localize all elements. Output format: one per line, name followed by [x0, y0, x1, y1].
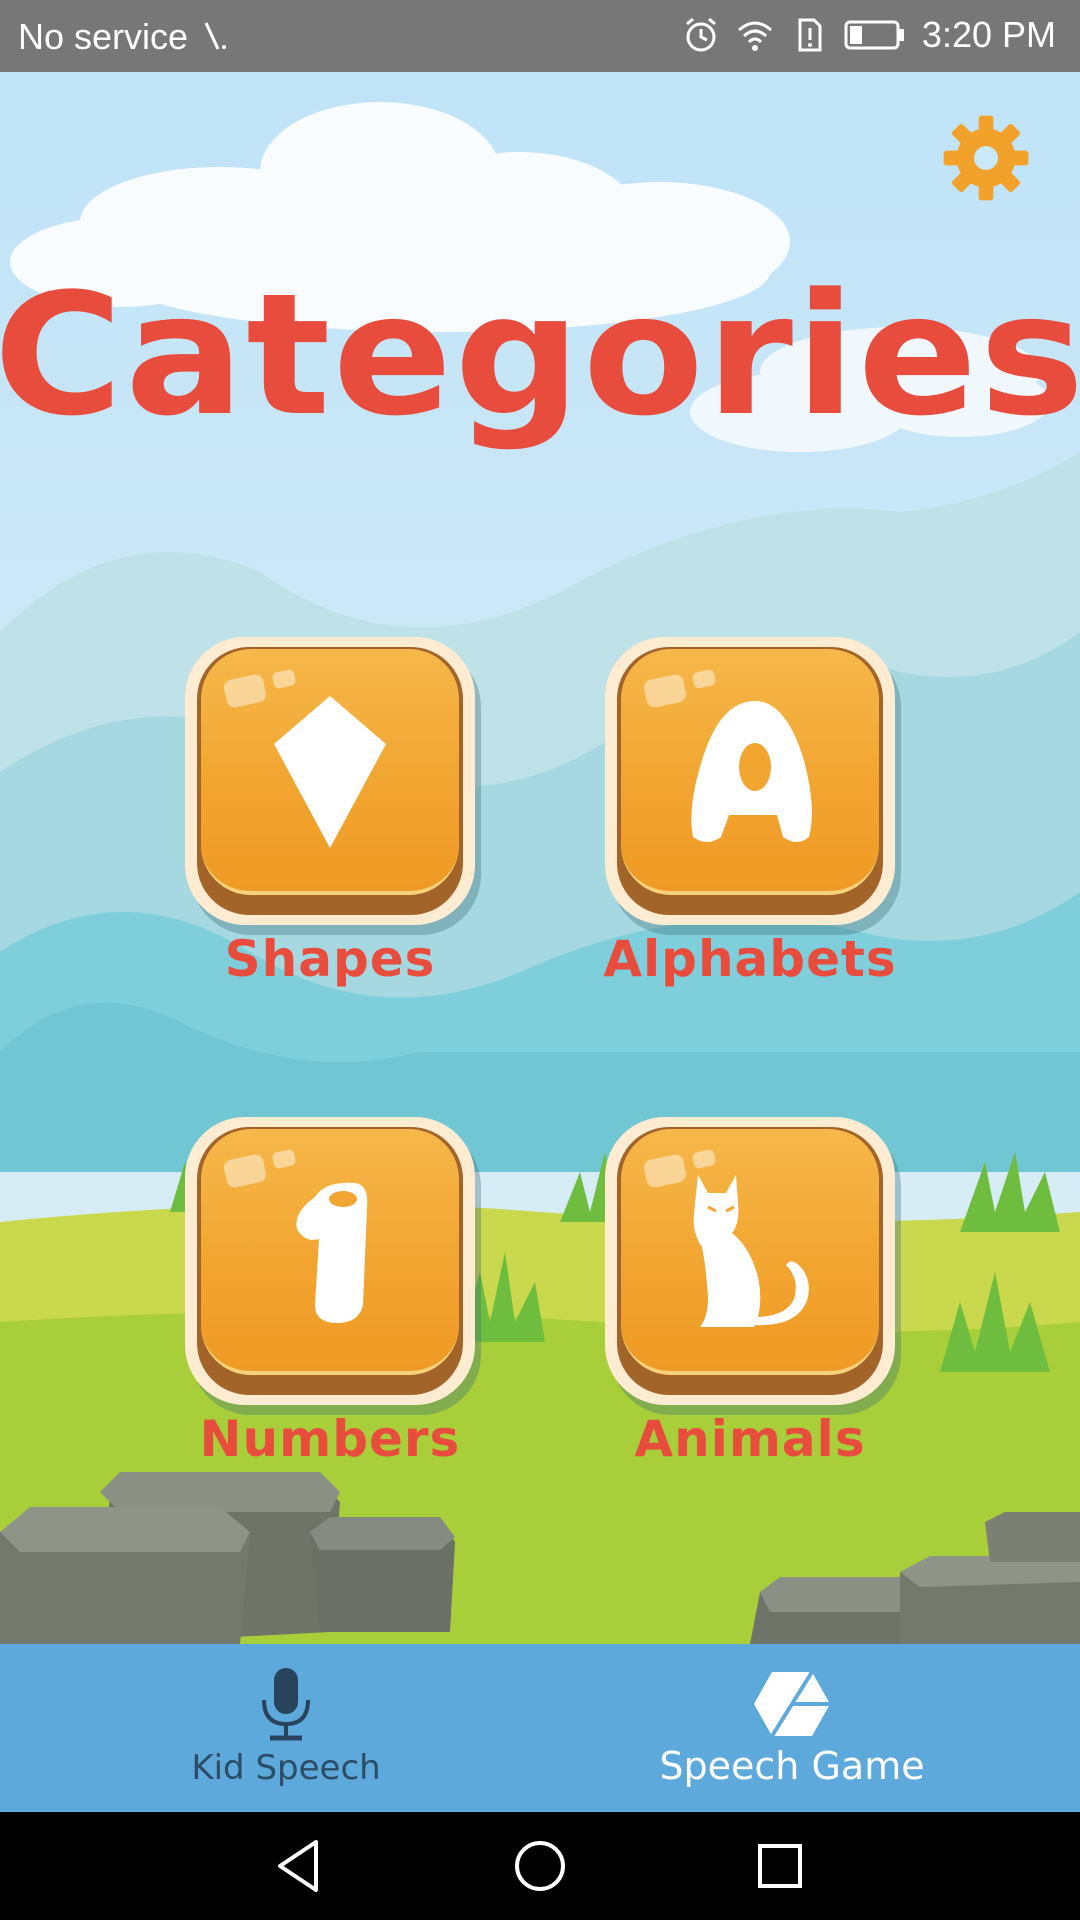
bottom-navigation: Kid Speech Speech Game [0, 1644, 1080, 1812]
recents-icon[interactable] [748, 1834, 812, 1898]
nav-speech-game[interactable]: Speech Game [522, 1644, 1062, 1812]
status-bar: No service 3:20 PM [0, 0, 1080, 72]
carrier-text: No service [18, 16, 189, 57]
tile-glyph [185, 637, 475, 907]
category-label: Animals [634, 1410, 866, 1468]
sim-alert-icon [798, 18, 822, 52]
back-icon[interactable] [268, 1834, 332, 1898]
nav-label: Speech Game [659, 1744, 925, 1788]
status-right: 3:20 PM [682, 14, 1056, 56]
category-label: Shapes [224, 930, 436, 988]
cube-icon [754, 1670, 830, 1738]
cat-icon [693, 1175, 809, 1327]
category-label: Alphabets [603, 930, 897, 988]
no-signal-icon [204, 22, 227, 50]
category-animals-button[interactable] [605, 1117, 905, 1417]
wifi-icon [737, 21, 772, 51]
diamond-icon [274, 696, 386, 848]
alarm-icon [685, 17, 716, 52]
tile-glyph [605, 1117, 895, 1387]
category-label: Numbers [199, 1410, 461, 1468]
battery-icon [844, 20, 904, 50]
clock-text: 3:20 PM [921, 14, 1056, 55]
system-navigation-bar [0, 1812, 1080, 1920]
categories-screen: Categories Shapes Alphabets Numbers Anim… [0, 72, 1080, 1644]
page-title: Categories [0, 257, 1080, 453]
category-alphabets-button[interactable] [605, 637, 905, 937]
tile-glyph [185, 1117, 475, 1387]
tile-glyph [605, 637, 895, 907]
home-icon[interactable] [508, 1834, 572, 1898]
category-numbers-button[interactable] [185, 1117, 485, 1417]
nav-label: Kid Speech [191, 1748, 381, 1788]
number-one-icon [296, 1182, 368, 1323]
letter-a-icon [691, 701, 812, 842]
status-left: No service [18, 16, 236, 58]
gear-icon[interactable] [940, 112, 1032, 204]
nav-kid-speech[interactable]: Kid Speech [16, 1644, 556, 1812]
category-shapes-button[interactable] [185, 637, 485, 937]
microphone-icon [262, 1668, 310, 1741]
